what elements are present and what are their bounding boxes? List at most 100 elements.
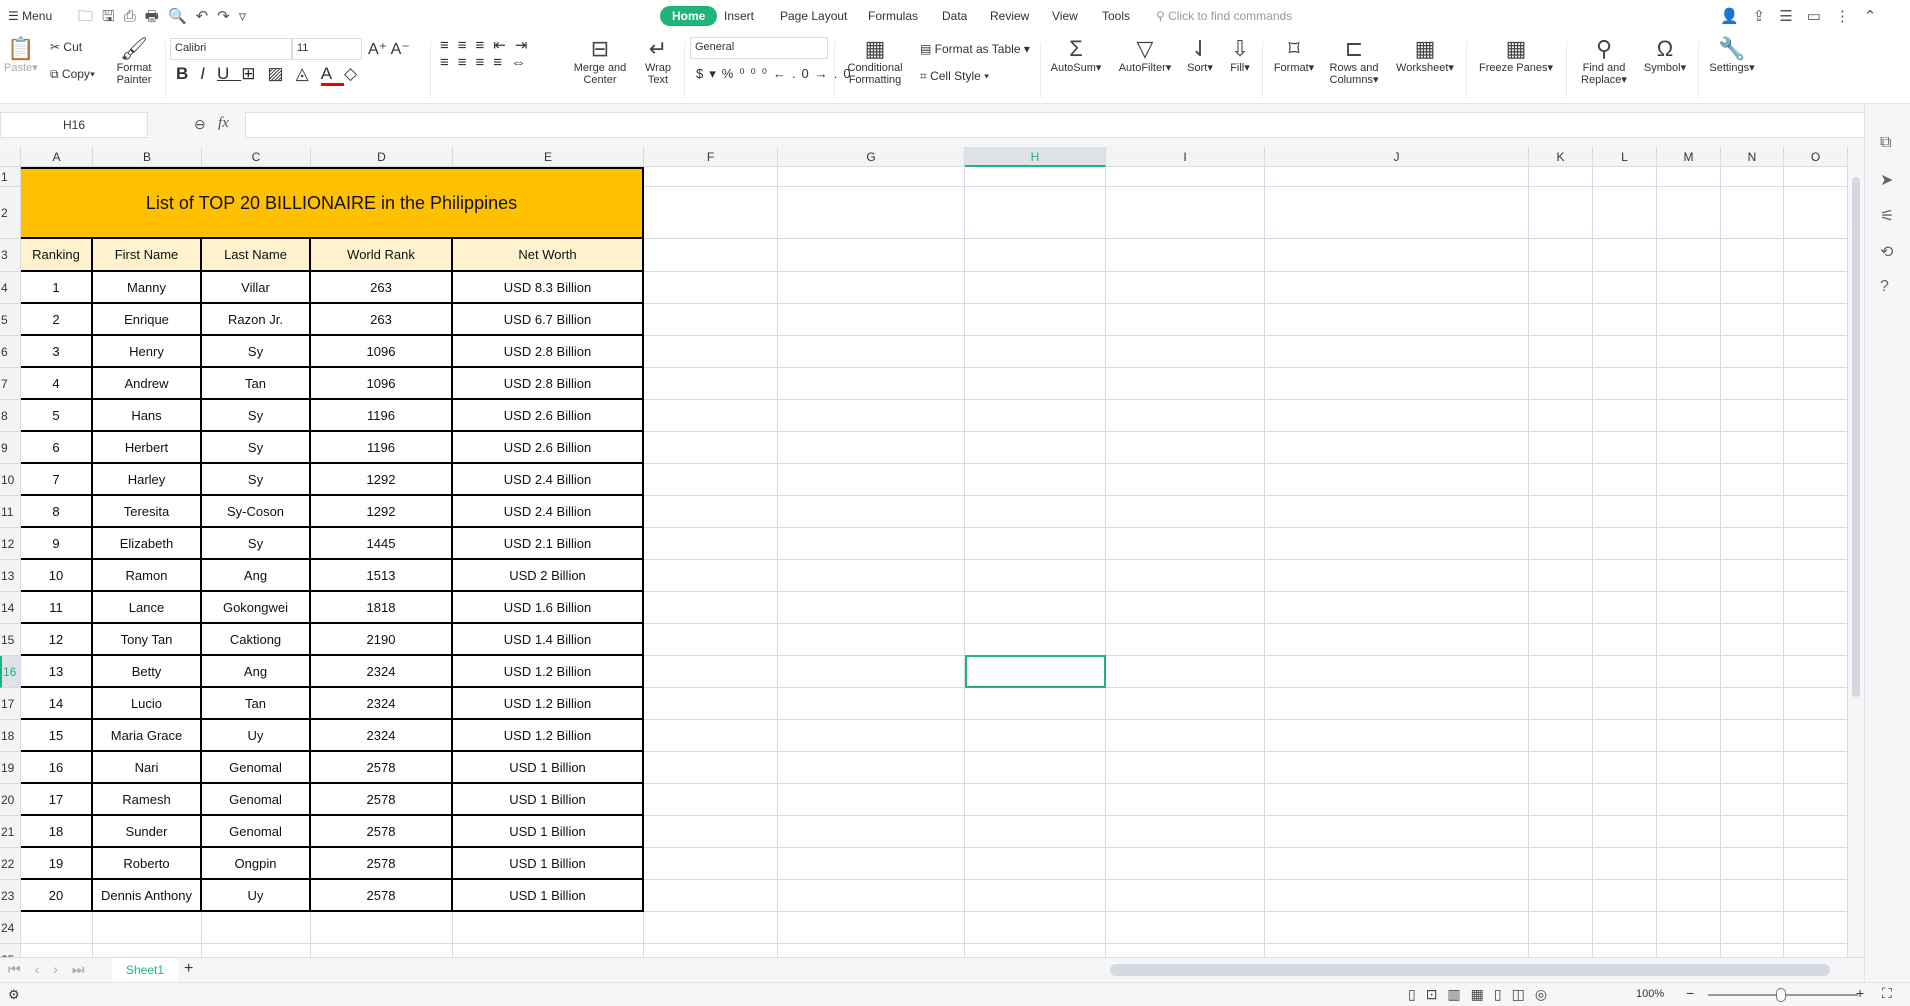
column-header-H[interactable]: H: [965, 147, 1106, 167]
table-cell[interactable]: Ramesh: [93, 784, 202, 816]
copy-button[interactable]: ⧉ Copy▾: [50, 67, 95, 82]
table-cell[interactable]: 7: [21, 464, 93, 496]
column-header-G[interactable]: G: [778, 147, 965, 167]
table-cell[interactable]: 10: [21, 560, 93, 592]
table-cell[interactable]: Lance: [93, 592, 202, 624]
symbol-button[interactable]: Ω Symbol▾: [1640, 36, 1690, 74]
number-format-select[interactable]: General: [690, 37, 828, 59]
table-cell[interactable]: Villar: [202, 272, 311, 304]
table-cell[interactable]: Genomal: [202, 752, 311, 784]
table-cell[interactable]: 11: [21, 592, 93, 624]
row-header-8[interactable]: 8: [0, 400, 21, 432]
table-cell[interactable]: 6: [21, 432, 93, 464]
table-cell[interactable]: Caktiong: [202, 624, 311, 656]
table-cell[interactable]: 2578: [311, 752, 453, 784]
table-cell[interactable]: 16: [21, 752, 93, 784]
table-cell[interactable]: 2578: [311, 880, 453, 912]
table-cell[interactable]: USD 1 Billion: [453, 848, 644, 880]
table-cell[interactable]: Harley: [93, 464, 202, 496]
font-size-select[interactable]: 11: [292, 38, 362, 60]
worksheet-button[interactable]: ▦ Worksheet▾: [1392, 36, 1458, 74]
table-cell[interactable]: 13: [21, 656, 93, 688]
zoom-slider[interactable]: [1708, 988, 1858, 1002]
table-cell[interactable]: USD 1 Billion: [453, 816, 644, 848]
table-cell[interactable]: Hans: [93, 400, 202, 432]
format-as-table-button[interactable]: ▤ Format as Table ▾: [920, 42, 1030, 56]
find-replace-button[interactable]: ⚲ Find and Replace▾: [1574, 36, 1634, 86]
row-header-12[interactable]: 12: [0, 528, 21, 560]
row-header-14[interactable]: 14: [0, 592, 21, 624]
table-cell[interactable]: Gokongwei: [202, 592, 311, 624]
table-cell[interactable]: 9: [21, 528, 93, 560]
row-header-6[interactable]: 6: [0, 336, 21, 368]
table-cell[interactable]: USD 1 Billion: [453, 784, 644, 816]
macro-icon[interactable]: ⚙: [8, 987, 20, 1003]
selected-cell-h16[interactable]: [965, 655, 1106, 688]
table-cell[interactable]: Genomal: [202, 784, 311, 816]
tab-data[interactable]: Data: [942, 9, 967, 23]
column-header-N[interactable]: N: [1721, 147, 1784, 167]
font-grow-shrink-icons[interactable]: A⁺ A⁻: [368, 39, 410, 59]
table-cell[interactable]: USD 2.8 Billion: [453, 336, 644, 368]
table-cell[interactable]: 1096: [311, 368, 453, 400]
table-cell[interactable]: 4: [21, 368, 93, 400]
row-header-24[interactable]: 24: [0, 912, 21, 944]
table-cell[interactable]: 1292: [311, 464, 453, 496]
table-cell[interactable]: USD 1.2 Billion: [453, 656, 644, 688]
table-cell[interactable]: Sy: [202, 336, 311, 368]
spreadsheet-grid[interactable]: A B C D E F G H I J K L M N O 1 2 3 4 5 6 7 8 9 10 11 12 13 14 15 16 17…: [0, 147, 1848, 957]
row-header-21[interactable]: 21: [0, 816, 21, 848]
table-cell[interactable]: USD 2.1 Billion: [453, 528, 644, 560]
table-cell[interactable]: Tony Tan: [93, 624, 202, 656]
row-header-10[interactable]: 10: [0, 464, 21, 496]
column-header-D[interactable]: D: [311, 147, 453, 167]
paste-button[interactable]: 📋 Paste▾: [4, 36, 38, 74]
quick-access-icons[interactable]: 🗀🖫⎙🖶🔍↶↷▿: [78, 6, 255, 31]
table-cell[interactable]: USD 2.6 Billion: [453, 432, 644, 464]
table-cell[interactable]: USD 2.8 Billion: [453, 368, 644, 400]
column-header-K[interactable]: K: [1529, 147, 1593, 167]
add-sheet-icon[interactable]: +: [184, 960, 193, 978]
cell-style-button[interactable]: ⌗ Cell Style ▾: [920, 69, 989, 84]
table-cell[interactable]: 8: [21, 496, 93, 528]
row-header-3[interactable]: 3: [0, 239, 21, 272]
column-label[interactable]: Last Name: [202, 239, 311, 272]
table-cell[interactable]: 3: [21, 336, 93, 368]
rows-columns-button[interactable]: ⊏ Rows and Columns▾: [1326, 36, 1382, 86]
zoom-formula-icon[interactable]: ⊖: [194, 116, 206, 133]
table-cell[interactable]: Enrique: [93, 304, 202, 336]
row-header-13[interactable]: 13: [0, 560, 21, 592]
column-header-E[interactable]: E: [453, 147, 644, 167]
fx-icon[interactable]: fx: [218, 115, 229, 132]
table-cell[interactable]: USD 2.4 Billion: [453, 496, 644, 528]
tab-tools[interactable]: Tools: [1102, 9, 1130, 23]
font-style-buttons[interactable]: BIU⊞▨◬A◇: [176, 64, 369, 86]
row-header-25[interactable]: 25: [0, 944, 21, 957]
row-header-23[interactable]: 23: [0, 880, 21, 912]
column-header-O[interactable]: O: [1784, 147, 1848, 167]
column-header-I[interactable]: I: [1106, 147, 1265, 167]
row-header-17[interactable]: 17: [0, 688, 21, 720]
command-search[interactable]: ⚲ Click to find commands: [1156, 9, 1292, 23]
table-cell[interactable]: Uy: [202, 880, 311, 912]
table-cell[interactable]: 263: [311, 304, 453, 336]
table-cell[interactable]: 2324: [311, 688, 453, 720]
table-cell[interactable]: Sy-Coson: [202, 496, 311, 528]
column-label[interactable]: Net Worth: [453, 239, 644, 272]
table-cell[interactable]: Betty: [93, 656, 202, 688]
table-cell[interactable]: 1096: [311, 336, 453, 368]
table-cell[interactable]: 2578: [311, 816, 453, 848]
select-all-corner[interactable]: [0, 147, 21, 167]
table-cell[interactable]: USD 1.2 Billion: [453, 688, 644, 720]
zoom-out-icon[interactable]: −: [1686, 985, 1694, 1001]
sheet-tab-sheet1[interactable]: Sheet1: [112, 958, 178, 983]
sidebar-icon-1[interactable]: ⧉: [1880, 134, 1891, 152]
cut-button[interactable]: ✂ Cut: [50, 40, 82, 54]
font-name-select[interactable]: Calibri: [170, 38, 292, 60]
zoom-in-icon[interactable]: +: [1856, 985, 1864, 1001]
tab-home[interactable]: Home: [660, 6, 718, 26]
tab-formulas[interactable]: Formulas: [868, 9, 918, 23]
column-header-A[interactable]: A: [21, 147, 93, 167]
table-cell[interactable]: 1818: [311, 592, 453, 624]
table-cell[interactable]: USD 1 Billion: [453, 752, 644, 784]
